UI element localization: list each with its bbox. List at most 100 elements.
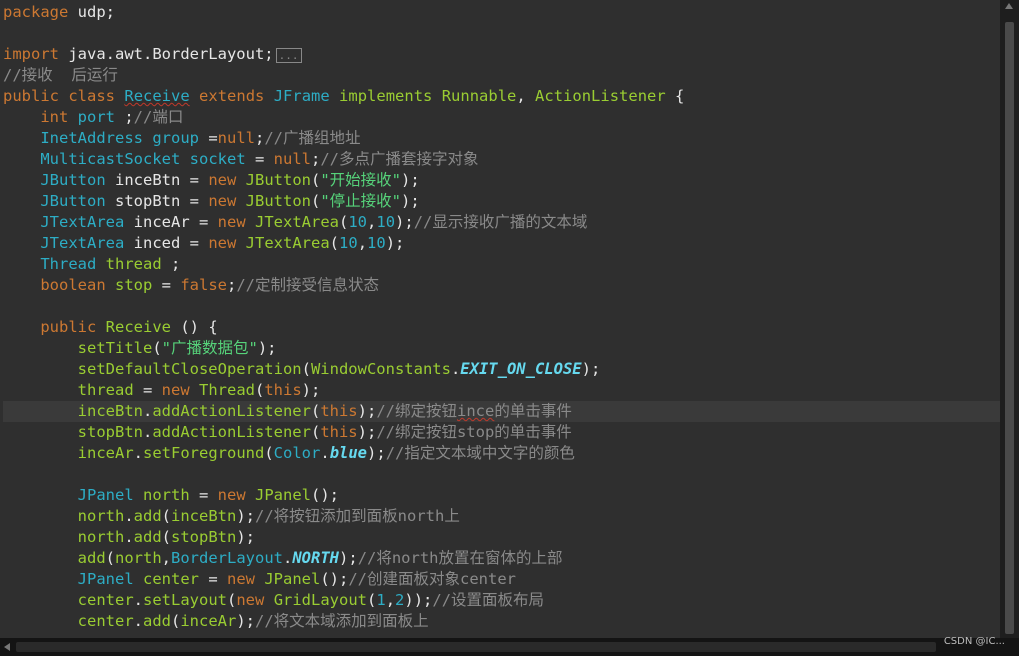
code-token: , — [357, 234, 368, 252]
code-token: setDefaultCloseOperation — [77, 360, 302, 378]
code-token: ( — [171, 612, 181, 630]
code-token: { — [665, 87, 685, 105]
code-token: udp; — [68, 3, 115, 21]
scroll-up-arrow-icon[interactable] — [1005, 3, 1013, 9]
code-token: Receive — [124, 87, 190, 105]
code-line[interactable]: JButton stopBtn = new JButton("停止接收"); — [3, 191, 1000, 212]
code-line[interactable]: public class Receive extends JFrame impl… — [3, 86, 1000, 107]
code-line[interactable] — [3, 296, 1000, 317]
code-token: ); — [236, 528, 256, 546]
code-token: ( — [310, 192, 321, 210]
horizontal-scrollbar[interactable] — [0, 638, 1019, 656]
code-line[interactable]: setDefaultCloseOperation(WindowConstants… — [3, 359, 1000, 380]
code-token: north — [115, 549, 162, 567]
code-token: package — [3, 3, 69, 21]
code-token: = — [245, 150, 274, 168]
code-line[interactable] — [3, 23, 1000, 44]
code-token: center — [77, 612, 134, 630]
code-line[interactable]: JTextArea inced = new JTextArea(10,10); — [3, 233, 1000, 254]
code-line[interactable]: import java.awt.BorderLayout;... — [3, 44, 1000, 65]
code-token: this — [320, 423, 358, 441]
code-token: add — [143, 612, 171, 630]
code-token: //广播组地址 — [264, 129, 361, 147]
code-token: . — [124, 507, 134, 525]
code-line[interactable]: int port ;//端口 — [3, 107, 1000, 128]
code-token: thread — [77, 381, 134, 399]
code-token: new — [208, 234, 237, 252]
code-token: ); — [401, 192, 420, 210]
code-token: . — [142, 402, 153, 420]
code-line[interactable]: center.add(inceAr);//将文本域添加到面板上 — [3, 611, 1000, 632]
code-token: inceBtn — [77, 402, 143, 420]
code-token: 2 — [395, 591, 405, 609]
code-line[interactable]: //接收 后运行 — [3, 65, 1000, 86]
code-token: new — [236, 591, 265, 609]
code-token: thread — [105, 255, 162, 273]
code-token: this — [320, 402, 358, 420]
code-lines: package udp; import java.awt.BorderLayout… — [3, 2, 1000, 632]
code-token: MulticastSocket — [40, 150, 181, 168]
code-line[interactable]: InetAddress group =null;//广播组地址 — [3, 128, 1000, 149]
code-line[interactable]: north.add(inceBtn);//将按钮添加到面板north上 — [3, 506, 1000, 527]
code-editor[interactable]: package udp; import java.awt.BorderLayout… — [0, 0, 1000, 638]
code-line[interactable]: boolean stop = false;//定制接受信息状态 — [3, 275, 1000, 296]
code-token: Runnable — [441, 87, 517, 105]
code-token: ( — [367, 591, 377, 609]
code-token: , — [385, 591, 396, 609]
scroll-left-arrow-icon[interactable] — [4, 643, 10, 651]
code-line[interactable]: inceAr.setForeground(Color.blue);//指定文本域… — [3, 443, 1000, 464]
code-line[interactable]: thread = new Thread(this); — [3, 380, 1000, 401]
vertical-scroll-thumb[interactable] — [1005, 22, 1014, 634]
code-token: //指定文本域中文字的颜色 — [385, 444, 575, 462]
code-line[interactable]: JButton inceBtn = new JButton("开始接收"); — [3, 170, 1000, 191]
code-token: Receive — [105, 318, 171, 336]
code-line[interactable]: add(north,BorderLayout.NORTH);//将north放置… — [3, 548, 1000, 569]
code-line[interactable]: package udp; — [3, 2, 1000, 23]
code-token: port — [77, 108, 115, 126]
code-line[interactable]: JTextArea inceAr = new JTextArea(10,10);… — [3, 212, 1000, 233]
code-line[interactable] — [3, 464, 1000, 485]
code-line[interactable]: public Receive () { — [3, 317, 1000, 338]
code-line[interactable]: inceBtn.addActionListener(this);//绑定按钮in… — [3, 401, 1000, 422]
code-line[interactable]: JPanel center = new JPanel();//创建面板对象cen… — [3, 569, 1000, 590]
code-line[interactable]: stopBtn.addActionListener(this);//绑定按钮st… — [3, 422, 1000, 443]
code-token: WindowConstants — [310, 360, 451, 378]
code-token: //设置面板布局 — [432, 591, 545, 609]
code-token: extends — [199, 87, 265, 105]
code-token: addActionListener — [152, 423, 311, 441]
code-token: )); — [404, 591, 433, 609]
code-token: stop — [115, 276, 153, 294]
code-token: (); — [320, 570, 349, 588]
code-token: inceAr = — [124, 213, 218, 231]
code-line[interactable]: JPanel north = new JPanel(); — [3, 485, 1000, 506]
code-token: ( — [161, 528, 172, 546]
code-token: import — [3, 45, 59, 63]
code-line[interactable]: setTitle("广播数据包"); — [3, 338, 1000, 359]
horizontal-scroll-thumb[interactable] — [16, 642, 936, 652]
code-line[interactable]: MulticastSocket socket = null;//多点广播套接字对… — [3, 149, 1000, 170]
code-token: . — [133, 591, 143, 609]
code-token: . — [124, 528, 134, 546]
code-line[interactable]: center.setLayout(new GridLayout(1,2));//… — [3, 590, 1000, 611]
code-token: public — [40, 318, 97, 336]
code-line[interactable]: north.add(stopBtn); — [3, 527, 1000, 548]
code-token: group — [152, 129, 199, 147]
code-line[interactable]: Thread thread ; — [3, 254, 1000, 275]
vertical-scrollbar[interactable] — [1000, 0, 1019, 638]
code-token: implements — [339, 87, 433, 105]
code-token: class — [68, 87, 116, 105]
code-token: . — [133, 612, 143, 630]
code-token: "开始接收" — [320, 171, 401, 189]
code-token: ); — [339, 549, 358, 567]
code-token: = — [133, 381, 162, 399]
code-token: new — [217, 486, 246, 504]
